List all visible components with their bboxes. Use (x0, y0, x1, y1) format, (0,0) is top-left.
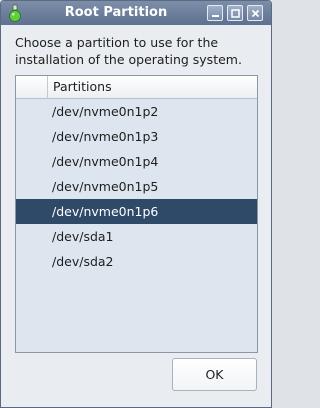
minimize-icon (212, 15, 219, 17)
close-icon (251, 9, 260, 18)
list-item-selected[interactable]: /dev/nvme0n1p6 (16, 199, 257, 224)
header-spacer-column (16, 76, 48, 98)
dialog-window: Root Partition Choose a partition to use… (0, 0, 272, 408)
list-item[interactable]: /dev/sda1 (16, 224, 257, 249)
maximize-button[interactable] (227, 5, 243, 21)
title-bar[interactable]: Root Partition (1, 1, 271, 25)
ok-button[interactable]: OK (172, 358, 257, 391)
partition-list[interactable]: Partitions /dev/nvme0n1p2 /dev/nvme0n1p3… (15, 75, 258, 353)
instruction-text: Choose a partition to use for the instal… (15, 35, 242, 67)
close-button[interactable] (247, 5, 263, 21)
list-item[interactable]: /dev/sda2 (16, 249, 257, 274)
list-item[interactable]: /dev/nvme0n1p4 (16, 149, 257, 174)
list-item[interactable]: /dev/nvme0n1p2 (16, 99, 257, 124)
column-header-partitions[interactable]: Partitions (53, 76, 112, 98)
list-item[interactable]: /dev/nvme0n1p5 (16, 174, 257, 199)
maximize-icon (231, 9, 240, 18)
list-header: Partitions (16, 76, 257, 99)
list-item[interactable]: /dev/nvme0n1p3 (16, 124, 257, 149)
list-rows: /dev/nvme0n1p2 /dev/nvme0n1p3 /dev/nvme0… (16, 99, 257, 274)
window-title: Root Partition (64, 5, 168, 20)
minimize-button[interactable] (207, 5, 223, 21)
